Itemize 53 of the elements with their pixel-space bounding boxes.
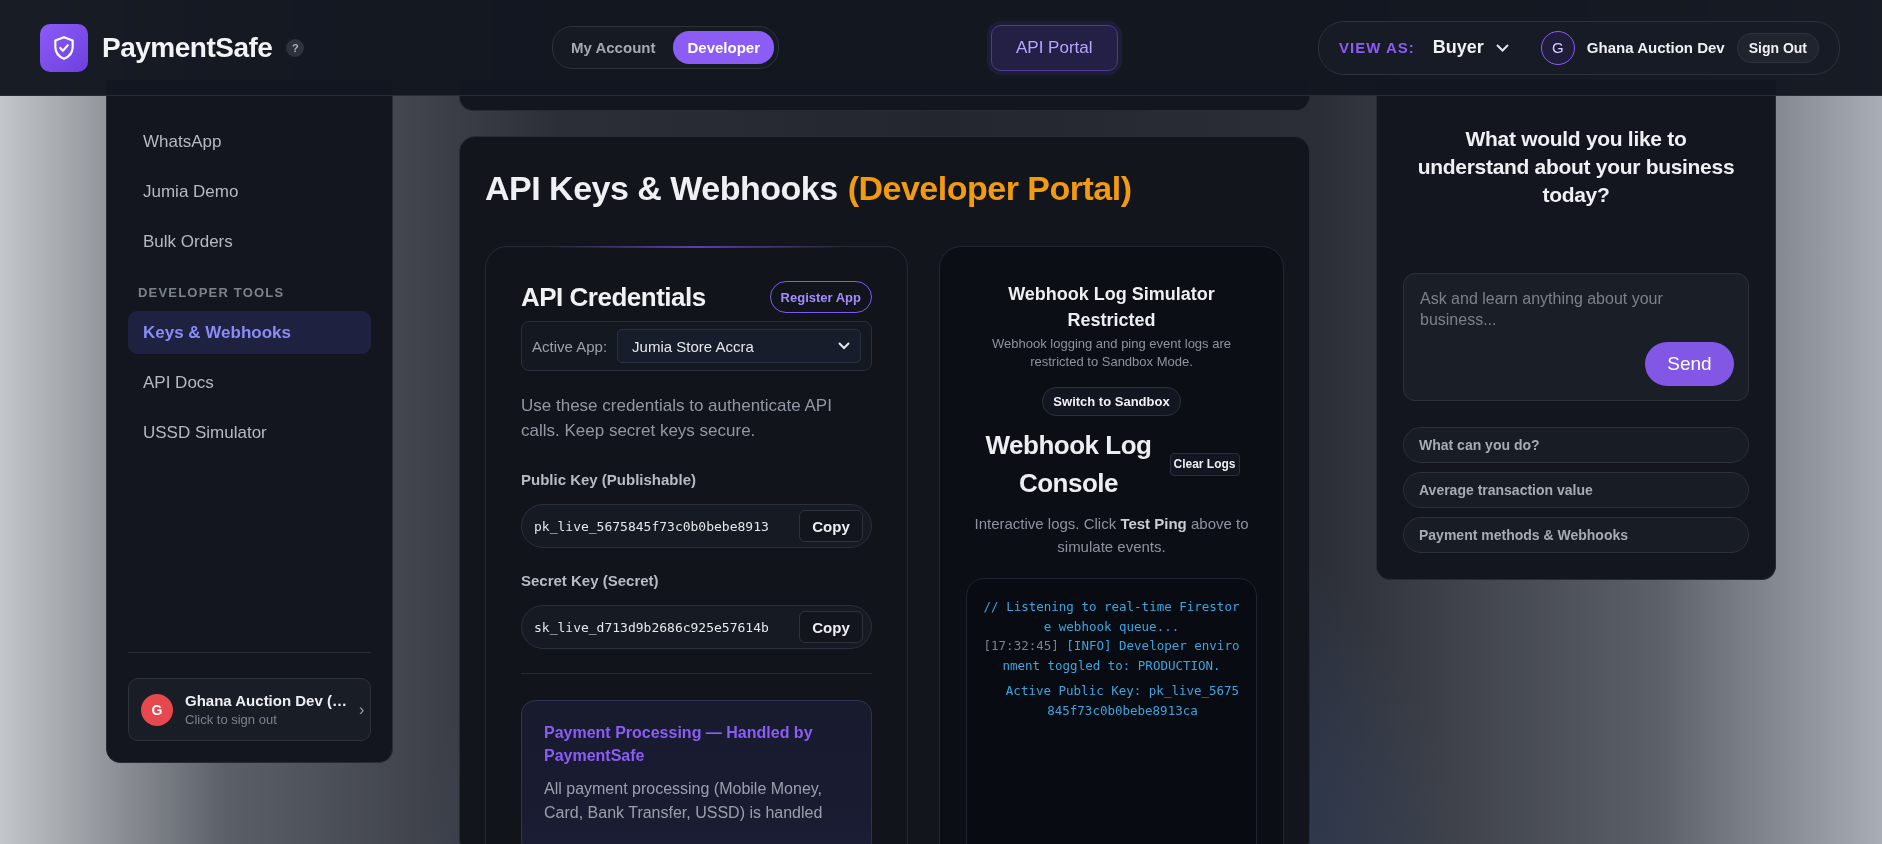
console-description: Interactive logs. Click Test Ping above to simulate events. bbox=[973, 514, 1250, 557]
account-avatar: G bbox=[141, 693, 173, 726]
clear-logs-button[interactable]: Clear Logs bbox=[1169, 452, 1240, 476]
restricted-title: Webhook Log Simulator Restricted bbox=[1007, 283, 1216, 332]
suggestion-chip[interactable]: Payment methods & Webhooks bbox=[1403, 517, 1749, 553]
copy-button[interactable]: Copy bbox=[799, 611, 863, 643]
account-name: Ghana Auction Dev (… bbox=[185, 692, 347, 709]
sidebar-item[interactable]: Jumia Demo bbox=[128, 170, 371, 213]
sidebar-item[interactable]: WhatsApp bbox=[128, 120, 371, 163]
assistant-question: What would you like to understand about your business today? bbox=[1416, 126, 1736, 208]
key-field[interactable]: pk_live_5675845f73c0b0bebe8913 bbox=[534, 518, 799, 534]
key-field[interactable]: sk_live_d713d9b2686c925e57614b bbox=[534, 619, 799, 635]
app-select[interactable]: Jumia Store Accra bbox=[617, 329, 861, 363]
copy-button[interactable]: Copy bbox=[799, 510, 863, 542]
chevron-text: › bbox=[358, 700, 365, 719]
sidebar-item[interactable]: Bulk Orders bbox=[128, 220, 371, 263]
chevron-down-icon bbox=[1495, 43, 1509, 52]
description-text: Use these credentials to authenticate API calls. Keep secret keys secure. bbox=[521, 395, 833, 442]
card-title: API Credentials bbox=[521, 281, 706, 313]
key-label: Secret Key (Secret) bbox=[521, 572, 660, 589]
sidebar-item[interactable]: USSD Simulator bbox=[128, 411, 371, 454]
mode-tab[interactable]: My Account bbox=[557, 31, 670, 64]
field-label: Active App: bbox=[532, 337, 608, 355]
page-title-note: (Developer Portal) bbox=[847, 169, 1132, 208]
send-button[interactable]: Send bbox=[1645, 342, 1734, 386]
section-heading: DEVELOPER TOOLS bbox=[137, 284, 286, 302]
suggestion-chip[interactable]: What can you do? bbox=[1403, 427, 1749, 463]
sidebar-item[interactable]: Keys & Webhooks bbox=[128, 311, 371, 354]
help-badge[interactable]: ? bbox=[286, 38, 305, 57]
sign-out-button[interactable]: Sign Out bbox=[1736, 32, 1819, 63]
log-comment: // Listening to real-time Firestore webhook queue... bbox=[983, 598, 1240, 636]
brand-name: PaymentSafe bbox=[102, 31, 273, 64]
sidebar-item[interactable]: API Docs bbox=[128, 361, 371, 404]
log-entry: [17:32:45] [INFO] Developer environment toggled to: PRODUCTION. bbox=[983, 637, 1240, 675]
api-portal-button[interactable]: API Portal bbox=[991, 24, 1118, 71]
user-avatar[interactable]: G bbox=[1540, 30, 1575, 65]
notice-text: All payment processing (Mobile Money, Card, Bank Transfer, USSD) is handled bbox=[544, 779, 824, 823]
mode-tab[interactable]: Developer bbox=[673, 31, 774, 64]
log-detail: Active Public Key: pk_live_5675845f73c0b0bebe8913ca bbox=[1004, 682, 1240, 720]
chevron-down-icon bbox=[838, 342, 850, 350]
page-title: API Keys & Webhooks bbox=[485, 169, 838, 208]
restricted-text: Webhook logging and ping event logs are restricted to Sandbox Mode. bbox=[991, 335, 1232, 371]
view-as-label: VIEW AS: bbox=[1339, 39, 1415, 56]
sign-out-hint: Click to sign out bbox=[185, 712, 278, 727]
console-title: Webhook Log Console bbox=[984, 429, 1153, 500]
switch-sandbox-button[interactable]: Switch to Sandbox bbox=[1042, 387, 1181, 416]
user-name: Ghana Auction Dev bbox=[1586, 39, 1725, 56]
role-select[interactable]: Buyer bbox=[1426, 36, 1515, 59]
suggestion-chip[interactable]: Average transaction value bbox=[1403, 472, 1749, 508]
notice-title: Payment Processing — Handled by PaymentSafe bbox=[544, 723, 814, 766]
shield-check-icon bbox=[40, 23, 88, 72]
key-label: Public Key (Publishable) bbox=[521, 471, 698, 488]
question-input[interactable]: Ask and learn anything about your business... Send bbox=[1403, 273, 1749, 401]
